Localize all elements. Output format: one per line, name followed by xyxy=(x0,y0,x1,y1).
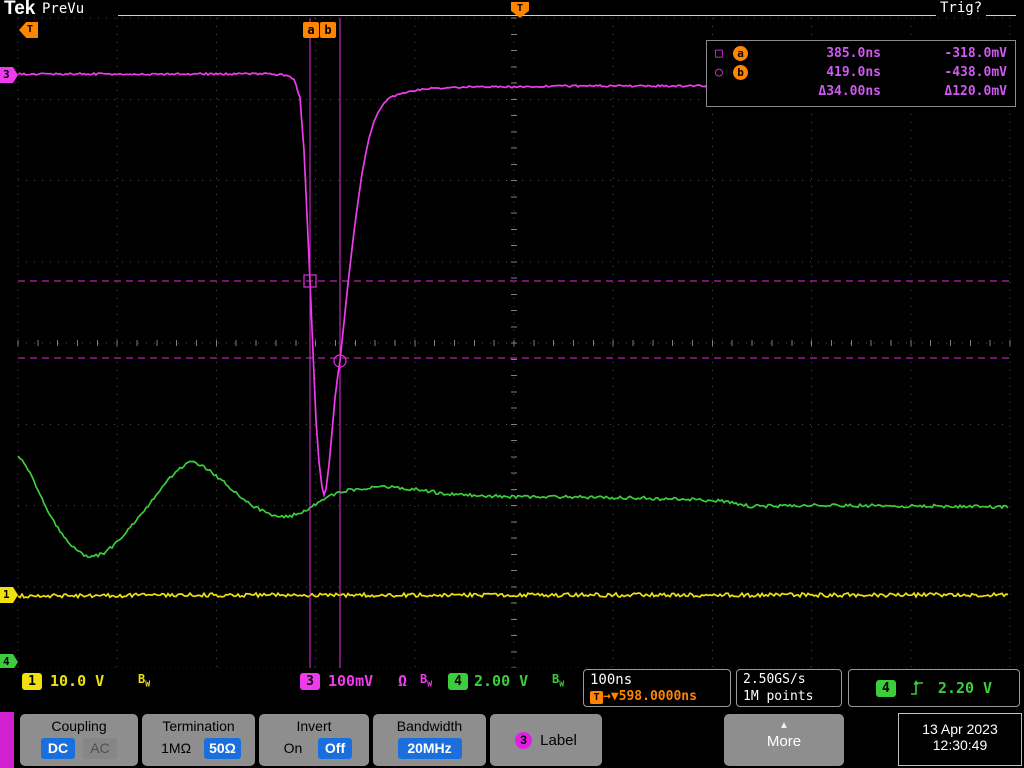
cursor-b-row: ○ b 419.0ns -438.0mV xyxy=(715,63,1007,82)
label-title: Label xyxy=(540,731,577,749)
trigger-source-badge: 4 xyxy=(875,679,896,697)
channel3-impedance: Ω xyxy=(398,672,408,690)
termination-50ohm-option[interactable]: 50Ω xyxy=(204,738,241,759)
coupling-ac-option[interactable]: AC xyxy=(83,738,117,759)
cursor-a-badge: a xyxy=(733,46,748,61)
cursor-readout-panel: □ a 385.0ns -318.0mV ○ b 419.0ns -438.0m… xyxy=(706,40,1016,107)
channel4-badge[interactable]: 4 xyxy=(448,673,468,690)
softkey-menu-bar: Coupling DC AC Termination 1MΩ 50Ω Inver… xyxy=(0,712,1024,768)
bandwidth-title: Bandwidth xyxy=(396,718,463,734)
top-divider-line xyxy=(118,15,1016,16)
waveform-ch1 xyxy=(17,591,1009,600)
cursor-b-voltage: -438.0mV xyxy=(944,65,1007,80)
cursor-a-row: □ a 385.0ns -318.0mV xyxy=(715,44,1007,63)
invert-on-option[interactable]: On xyxy=(276,738,310,759)
acquisition-mode-label: PreVu xyxy=(42,1,85,17)
channel3-badge[interactable]: 3 xyxy=(300,673,320,690)
rising-edge-icon xyxy=(910,680,923,695)
cursor-a-time: 385.0ns xyxy=(826,46,881,61)
trigger-readout[interactable]: 4 2.20 V xyxy=(848,669,1020,707)
oscilloscope-screen: Tek PreVu Trig? T T a b 3 1 4 □ a 385.0n… xyxy=(0,0,1024,768)
cursor-b-handle[interactable]: b xyxy=(320,22,336,38)
channel1-badge[interactable]: 1 xyxy=(22,673,42,690)
label-button[interactable]: 3 Label xyxy=(490,714,602,766)
trigger-level: 2.20 V xyxy=(937,679,993,697)
bandwidth-button[interactable]: Bandwidth 20MHz xyxy=(373,714,486,766)
tek-logo: Tek xyxy=(4,0,36,19)
termination-1mohm-option[interactable]: 1MΩ xyxy=(156,738,196,759)
date-label: 13 Apr 2023 xyxy=(922,721,998,737)
waveform-ch3 xyxy=(17,71,1008,499)
more-up-arrow-icon: ▲ xyxy=(779,720,789,731)
channel3-scale: 100mV xyxy=(328,672,374,690)
more-button[interactable]: ▲ More xyxy=(724,714,844,766)
trigger-status-label: Trig? xyxy=(936,0,987,16)
coupling-dc-option[interactable]: DC xyxy=(41,738,75,759)
channel3-bandwidth-limit-icon: BW xyxy=(420,672,433,689)
invert-button[interactable]: Invert On Off xyxy=(259,714,369,766)
label-channel-badge: 3 xyxy=(515,731,533,749)
cursor-b-circle-icon: ○ xyxy=(715,65,723,80)
trigger-delay-readout: T →▼598.0000ns xyxy=(590,689,724,704)
cursor-b-badge: b xyxy=(733,65,748,80)
status-bar: 1 10.0 V BW 3 100mV Ω BW 4 2.00 V BW 100… xyxy=(0,668,1024,712)
termination-button[interactable]: Termination 1MΩ 50Ω xyxy=(142,714,255,766)
datetime-display: 13 Apr 2023 12:30:49 xyxy=(898,713,1022,766)
timebase-readout[interactable]: 100ns T →▼598.0000ns xyxy=(583,669,731,707)
coupling-button[interactable]: Coupling DC AC xyxy=(20,714,138,766)
termination-title: Termination xyxy=(162,718,235,734)
cursor-delta-time: Δ34.00ns xyxy=(818,84,881,99)
channel4-bandwidth-limit-icon: BW xyxy=(552,672,565,689)
cursor-b-time: 419.0ns xyxy=(826,65,881,80)
timebase-scale: 100ns xyxy=(590,672,633,688)
cursor-a-voltage: -318.0mV xyxy=(944,46,1007,61)
record-length: 1M points xyxy=(743,689,814,704)
coupling-title: Coupling xyxy=(51,718,107,734)
channel3-menu-tab xyxy=(0,712,14,768)
acquisition-readout: 2.50GS/s 1M points xyxy=(736,669,842,707)
cursor-a-handle[interactable]: a xyxy=(303,22,319,38)
more-title: More xyxy=(766,733,802,750)
sample-rate: 2.50GS/s xyxy=(743,672,806,687)
bandwidth-value-option[interactable]: 20MHz xyxy=(397,738,462,759)
channel4-scale: 2.00 V xyxy=(474,672,529,690)
cursor-a-square-icon: □ xyxy=(715,46,723,61)
cursor-delta-voltage: Δ120.0mV xyxy=(944,84,1007,99)
time-label: 12:30:49 xyxy=(932,737,988,753)
trigger-delay-value: →▼598.0000ns xyxy=(603,689,697,704)
waveform-ch4 xyxy=(17,455,1009,559)
channel1-scale: 10.0 V xyxy=(50,672,105,690)
cursor-delta-row: Δ34.00ns Δ120.0mV xyxy=(715,82,1007,101)
trigger-delay-t-icon: T xyxy=(590,691,603,704)
invert-off-option[interactable]: Off xyxy=(318,738,352,759)
invert-title: Invert xyxy=(296,718,332,734)
channel1-bandwidth-limit-icon: BW xyxy=(138,672,151,689)
